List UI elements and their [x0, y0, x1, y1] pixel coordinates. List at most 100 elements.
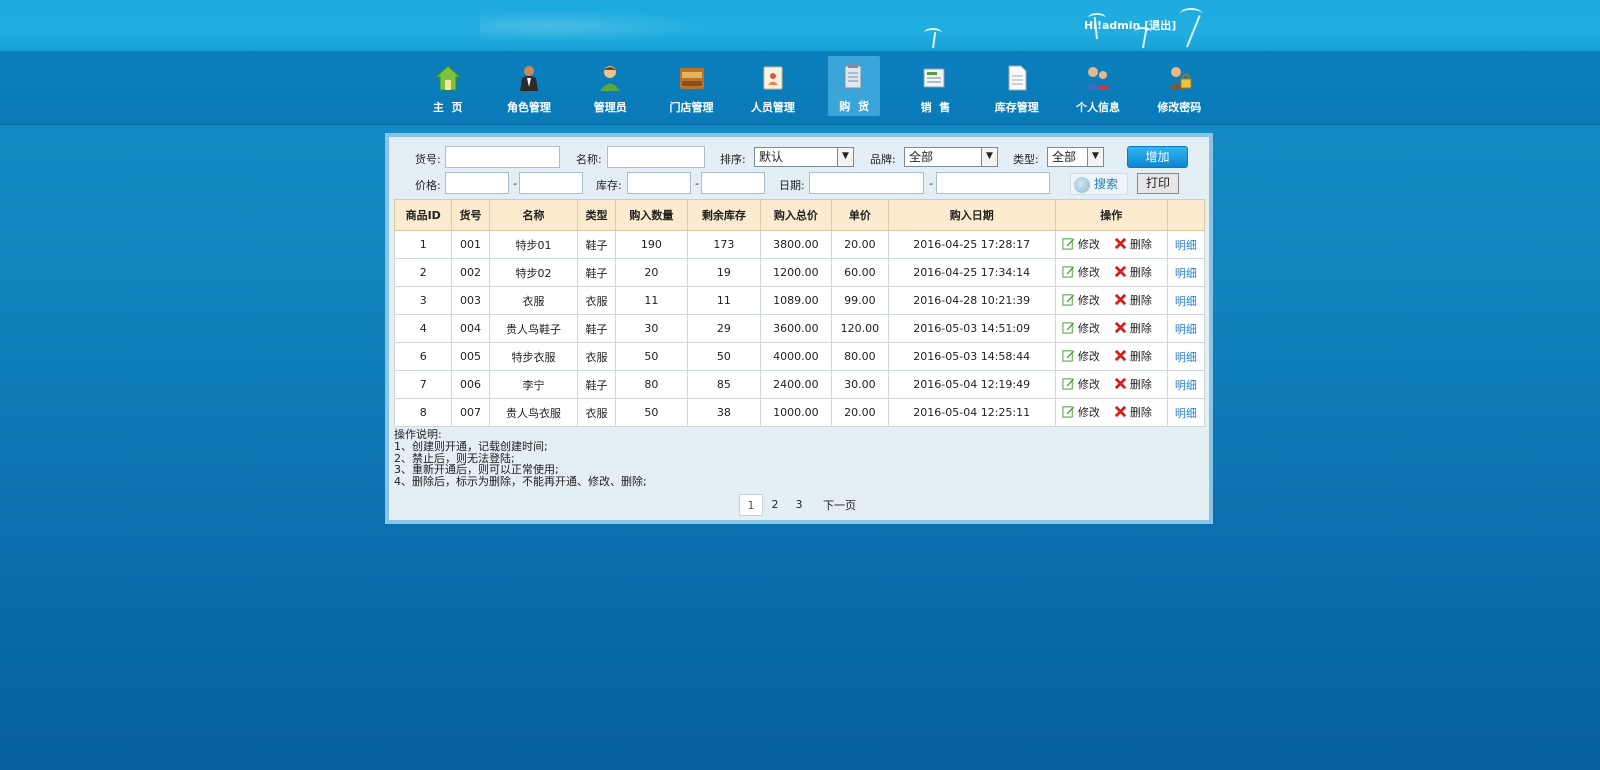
- page-3-link[interactable]: 3: [787, 494, 811, 516]
- inventory-icon: [1002, 63, 1032, 93]
- delete-button[interactable]: 删除: [1114, 236, 1152, 252]
- table-cell: 004: [451, 314, 490, 343]
- table-cell: 99.00: [831, 286, 889, 315]
- table-cell: 鞋子: [577, 258, 616, 287]
- edit-icon: [1062, 405, 1075, 418]
- edit-icon: [1062, 293, 1075, 306]
- delete-button[interactable]: 删除: [1114, 348, 1152, 364]
- edit-button[interactable]: 修改: [1062, 404, 1100, 420]
- row-actions: 修改 删除: [1054, 370, 1168, 399]
- nav-item-profile[interactable]: 个人信息: [1057, 51, 1138, 125]
- chevron-down-icon: ▼: [981, 148, 997, 166]
- detail-link[interactable]: 明细: [1175, 295, 1197, 308]
- page-2-link[interactable]: 2: [763, 494, 787, 516]
- table-cell: 1200.00: [759, 258, 833, 287]
- nav-item-label: 修改密码: [1157, 101, 1202, 114]
- next-page-link[interactable]: 下一页: [823, 497, 856, 513]
- dandelion-stem: [1186, 15, 1201, 48]
- detail-link[interactable]: 明细: [1175, 407, 1197, 420]
- nav-item-admin[interactable]: 管理员: [570, 51, 651, 125]
- edit-button[interactable]: 修改: [1062, 376, 1100, 392]
- price-label: 价格:: [415, 179, 441, 192]
- date-start-input[interactable]: [809, 172, 924, 194]
- price-max-input[interactable]: [519, 172, 583, 194]
- delete-button[interactable]: 删除: [1114, 404, 1152, 420]
- row-actions: 修改 删除: [1054, 258, 1168, 287]
- edit-button[interactable]: 修改: [1062, 264, 1100, 280]
- nav-item-staff[interactable]: 人员管理: [732, 51, 813, 125]
- print-button[interactable]: 打印: [1137, 173, 1179, 194]
- nav-item-purchase[interactable]: 购 货: [813, 51, 894, 125]
- table-cell: 2016-05-03 14:51:09: [887, 314, 1056, 343]
- edit-button[interactable]: 修改: [1062, 236, 1100, 252]
- stock-max-input[interactable]: [701, 172, 765, 194]
- name-input[interactable]: [607, 146, 705, 168]
- detail-link[interactable]: 明细: [1175, 379, 1197, 392]
- sort-select-value: 默认: [759, 150, 784, 164]
- edit-label: 修改: [1077, 405, 1100, 419]
- table-row: 2 002 特步02 鞋子 20 19 1200.00 60.00 2016-04-25 17:…: [393, 258, 1206, 287]
- table-cell: 3600.00: [759, 314, 833, 343]
- table-cell: 80: [614, 370, 689, 399]
- price-min-input[interactable]: [445, 172, 509, 194]
- table-cell: 2: [393, 258, 453, 287]
- table-cell: 007: [451, 398, 490, 427]
- greeting: Hi!: [1084, 19, 1102, 32]
- brand-select[interactable]: 全部 ▼: [904, 147, 998, 167]
- sort-select[interactable]: 默认 ▼: [754, 147, 854, 167]
- code-input[interactable]: [445, 146, 560, 168]
- table-cell: 80.00: [831, 342, 889, 371]
- detail-link[interactable]: 明细: [1175, 323, 1197, 336]
- logout-link[interactable]: [退出]: [1144, 19, 1176, 32]
- table-cell: 3800.00: [759, 230, 833, 259]
- search-button[interactable]: 搜索: [1070, 173, 1128, 195]
- edit-label: 修改: [1077, 237, 1100, 251]
- stock-min-input[interactable]: [627, 172, 691, 194]
- add-button[interactable]: 增加: [1127, 146, 1188, 168]
- delete-button[interactable]: 删除: [1114, 264, 1152, 280]
- edit-button[interactable]: 修改: [1062, 348, 1100, 364]
- nav-item-home[interactable]: 主 页: [407, 51, 488, 125]
- date-end-input[interactable]: [936, 172, 1050, 194]
- table-cell: 006: [451, 370, 490, 399]
- detail-link[interactable]: 明细: [1175, 267, 1197, 280]
- staff-icon: [758, 63, 788, 93]
- table-cell: 30: [614, 314, 689, 343]
- type-select[interactable]: 全部 ▼: [1047, 147, 1104, 167]
- delete-label: 删除: [1129, 237, 1152, 251]
- table-row: 1 001 特步01 鞋子 190 173 3800.00 20.00 2016-04-25 1…: [393, 230, 1206, 259]
- row-detail-cell: 明细: [1166, 342, 1206, 371]
- edit-icon: [1062, 377, 1075, 390]
- table-cell: 衣服: [577, 286, 616, 315]
- delete-icon: [1114, 405, 1127, 418]
- main-nav: 主 页 角色管理 管理员 门店管理 人员管理 购 货 销 售 库存管理 个人信息 修改密码: [0, 51, 1600, 125]
- user-info: Hi!admin [退出]: [1084, 17, 1176, 33]
- edit-label: 修改: [1077, 377, 1100, 391]
- delete-button[interactable]: 删除: [1114, 320, 1152, 336]
- nav-item-store[interactable]: 门店管理: [651, 51, 732, 125]
- detail-link[interactable]: 明细: [1175, 351, 1197, 364]
- edit-icon: [1062, 265, 1075, 278]
- range-separator: -: [513, 177, 517, 190]
- table-cell: 190: [614, 230, 689, 259]
- nav-item-password[interactable]: 修改密码: [1139, 51, 1220, 125]
- table-cell: 7: [393, 370, 453, 399]
- notes-line: 1、创建则开通，记载创建时间;: [394, 439, 548, 453]
- table-cell: 002: [451, 258, 490, 287]
- nav-item-role[interactable]: 角色管理: [488, 51, 569, 125]
- username: admin: [1102, 19, 1141, 32]
- delete-button[interactable]: 删除: [1114, 376, 1152, 392]
- table-cell: 50: [614, 398, 689, 427]
- edit-button[interactable]: 修改: [1062, 320, 1100, 336]
- nav-item-sales[interactable]: 销 售: [895, 51, 976, 125]
- table-cell: 衣服: [488, 286, 579, 315]
- table-cell: 衣服: [577, 398, 616, 427]
- page-1-link[interactable]: 1: [739, 494, 763, 516]
- nav-item-inventory[interactable]: 库存管理: [976, 51, 1057, 125]
- purchase-icon: [839, 62, 869, 92]
- table-cell: 贵人鸟鞋子: [488, 314, 579, 343]
- edit-button[interactable]: 修改: [1062, 292, 1100, 308]
- range-separator: -: [929, 177, 933, 190]
- detail-link[interactable]: 明细: [1175, 239, 1197, 252]
- delete-button[interactable]: 删除: [1114, 292, 1152, 308]
